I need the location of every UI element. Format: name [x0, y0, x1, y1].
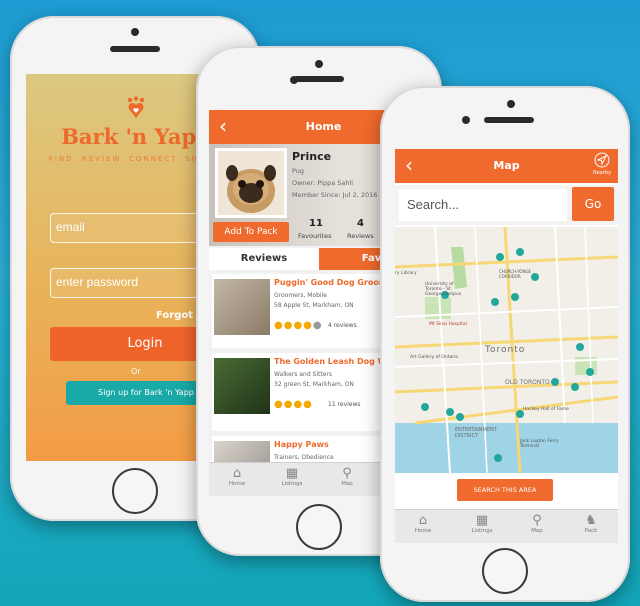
reviews-count: 4 [357, 218, 364, 229]
storefront-icon: ▦ [285, 466, 299, 481]
navigation-arrow-icon [594, 152, 610, 168]
listing-address: 58 Apple St, Markham, ON [274, 302, 354, 309]
map-label-hockey: Hockey Hall of Fame [523, 407, 569, 412]
proximity-sensor [315, 60, 323, 68]
house-icon: ⌂ [232, 466, 242, 481]
tabbar-map[interactable]: ⚲ Map [523, 513, 551, 534]
tabbar-map[interactable]: ⚲ Map [333, 466, 361, 487]
add-to-pack-button[interactable]: Add To Pack [213, 222, 289, 242]
tabbar-pack[interactable]: ♞ Pack [577, 513, 605, 534]
or-divider-text: Or [131, 367, 141, 376]
city-map[interactable]: Toronto OLD TORONTO ENTERTAINMENT DISTRI… [395, 226, 618, 474]
dog-icon: ♞ [585, 513, 597, 528]
favourites-count: 11 [309, 218, 323, 229]
tabbar-listings[interactable]: ▦ Listings [465, 513, 499, 534]
map-label-old-toronto: OLD TORONTO [505, 379, 550, 386]
map-pin-icon: ⚲ [342, 466, 352, 481]
map-label-church: CHURCH-YONGE CORRIDOR [499, 269, 532, 279]
nearby-label: Nearby [592, 170, 612, 176]
home-hardware-button[interactable] [112, 468, 158, 514]
map-pin-icon: ⚲ [532, 513, 542, 528]
tabbar-home[interactable]: ⌂ Home [409, 513, 437, 534]
go-button[interactable]: Go [572, 187, 614, 221]
profile-member-since: Member Since: Jul 2, 2016 [292, 191, 378, 199]
profile-name: Prince [292, 150, 332, 163]
search-bar: Search... Go [395, 185, 618, 225]
listing-thumbnail [214, 358, 270, 414]
paw-rating-icon: ●●●● [274, 399, 313, 410]
speaker-grille [484, 117, 534, 123]
speaker-grille [110, 46, 160, 52]
listing-thumbnail [214, 279, 270, 335]
map-label-mt-sinai: Mt Sinai Hospital [429, 322, 467, 327]
reviews-label: Reviews [347, 232, 374, 240]
speaker-grille [294, 76, 344, 82]
map-title: Map [493, 159, 520, 172]
map-label-toronto: Toronto [485, 345, 526, 355]
house-icon: ⌂ [418, 513, 428, 528]
home-hardware-button[interactable] [482, 548, 528, 594]
listing-category: Walkers and Sitters [274, 371, 333, 378]
pug-profile-photo [215, 148, 287, 218]
tabbar-home[interactable]: ⌂ Home [223, 466, 251, 487]
profile-breed: Pug [292, 167, 305, 175]
listing-address: 32 green St, Markham, ON [274, 381, 354, 388]
pug-image-icon [218, 151, 284, 215]
listing-review-count: 4 reviews [328, 322, 357, 329]
map-label-library: ry Library [395, 271, 417, 276]
nearby-button[interactable]: Nearby [590, 152, 614, 176]
map-label-ferry: Jack Layton Ferry Terminal [520, 439, 559, 449]
front-camera [462, 116, 470, 124]
paw-rating-icon: ●●●●● [274, 320, 323, 331]
profile-owner: Owner: Pippa Sahli [292, 179, 354, 187]
paw-logo-icon [127, 96, 145, 118]
map-label-ago: Art Gallery of Ontario [410, 355, 459, 360]
tab-reviews[interactable]: Reviews [209, 248, 319, 270]
listing-category: Groomers, Mobile [274, 292, 327, 299]
tabbar-listings[interactable]: ▦ Listings [275, 466, 309, 487]
bottom-tab-bar: ⌂ Home ▦ Listings ⚲ Map ♞ Pack [395, 509, 618, 543]
search-input[interactable]: Search... [399, 189, 567, 221]
home-hardware-button[interactable] [296, 504, 342, 550]
map-label-university: University of Toronto - St. George Campu… [425, 282, 462, 297]
storefront-icon: ▦ [475, 513, 489, 528]
listing-review-count: 11 reviews [328, 401, 361, 408]
phone-map: ‹ Map Nearby Search... Go Toronto OLD TO… [380, 86, 630, 602]
front-camera [131, 28, 139, 36]
listing-category: Trainers, Obedience [274, 454, 334, 461]
proximity-sensor [507, 100, 515, 108]
map-label-entertainment: ENTERTAINMENT DISTRICT [455, 427, 497, 439]
listing-name: Happy Paws [274, 440, 329, 449]
map-screen: ‹ Map Nearby Search... Go Toronto OLD TO… [395, 149, 618, 543]
search-this-area-button[interactable]: SEARCH THIS AREA [457, 479, 553, 501]
map-header: ‹ Map Nearby [395, 149, 618, 183]
favourites-label: Favourites [298, 232, 332, 240]
